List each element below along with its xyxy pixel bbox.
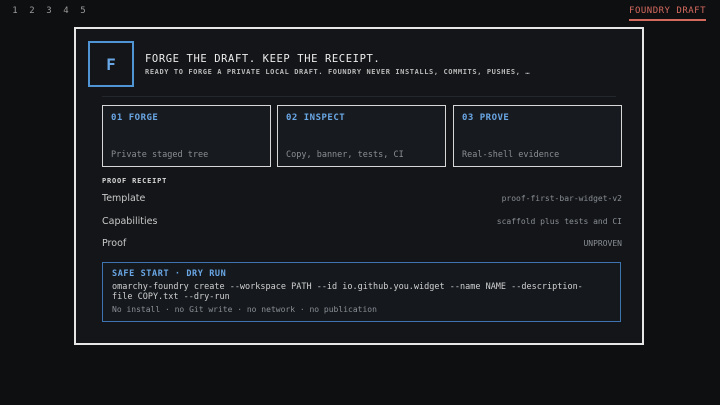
receipt-key: Proof [102, 238, 127, 249]
step-description: Copy, banner, tests, CI [286, 150, 404, 160]
header-divider [102, 96, 616, 97]
step-title: 02 INSPECT [286, 113, 346, 123]
top-bar: 1 2 3 4 5 FOUNDRY DRAFT [0, 0, 720, 22]
receipt-key: Template [102, 193, 146, 204]
command-heading: SAFE START · DRY RUN [112, 269, 227, 279]
workspace-1[interactable]: 1 [12, 6, 18, 16]
logo-letter: F [106, 54, 116, 74]
safe-start-command-box[interactable]: SAFE START · DRY RUN omarchy-foundry cre… [102, 262, 621, 322]
step-description: Private staged tree [111, 150, 209, 160]
step-title: 03 PROVE [462, 113, 510, 123]
receipt-key: Capabilities [102, 216, 158, 227]
command-text[interactable]: omarchy-foundry create --workspace PATH … [112, 282, 592, 302]
step-card-prove[interactable]: 03 PROVE Real-shell evidence [453, 105, 622, 167]
step-card-forge[interactable]: 01 FORGE Private staged tree [102, 105, 271, 167]
receipt-row-proof: Proof UNPROVEN [102, 238, 622, 252]
step-description: Real-shell evidence [462, 150, 560, 160]
page-title: FORGE THE DRAFT. KEEP THE RECEIPT. [145, 53, 381, 65]
workspace-4[interactable]: 4 [63, 6, 69, 16]
command-footnote: No install · no Git write · no network ·… [112, 305, 377, 314]
workspace-3[interactable]: 3 [46, 6, 52, 16]
workspace-5[interactable]: 5 [80, 6, 86, 16]
foundry-draft-panel: F FORGE THE DRAFT. KEEP THE RECEIPT. REA… [74, 27, 644, 345]
workspace-2[interactable]: 2 [29, 6, 35, 16]
receipt-value: scaffold plus tests and CI [496, 217, 622, 226]
step-title: 01 FORGE [111, 113, 159, 123]
receipt-value: UNPROVEN [583, 239, 622, 248]
receipt-row-template: Template proof-first-bar-widget-v2 [102, 193, 622, 207]
foundry-logo: F [88, 41, 134, 87]
workspace-switcher: 1 2 3 4 5 [12, 6, 86, 16]
receipt-row-capabilities: Capabilities scaffold plus tests and CI [102, 216, 622, 230]
step-card-inspect[interactable]: 02 INSPECT Copy, banner, tests, CI [277, 105, 446, 167]
active-window-title[interactable]: FOUNDRY DRAFT [629, 6, 706, 21]
proof-receipt-heading: PROOF RECEIPT [102, 177, 168, 185]
receipt-value: proof-first-bar-widget-v2 [501, 194, 622, 203]
page-subtitle: READY TO FORGE A PRIVATE LOCAL DRAFT. FO… [145, 68, 531, 76]
